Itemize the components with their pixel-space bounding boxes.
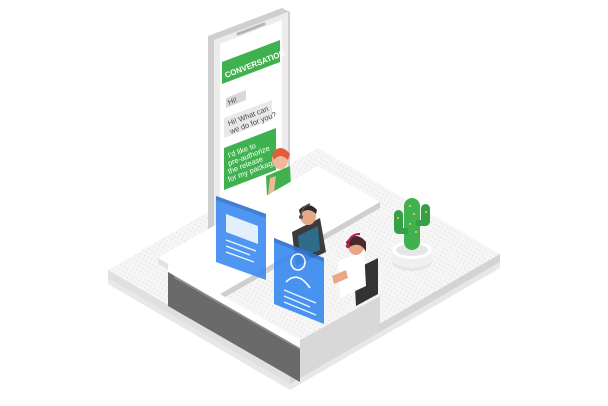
- isometric-support-scene: CONVERSATION Hi! Hi! What can we do for …: [108, 8, 500, 390]
